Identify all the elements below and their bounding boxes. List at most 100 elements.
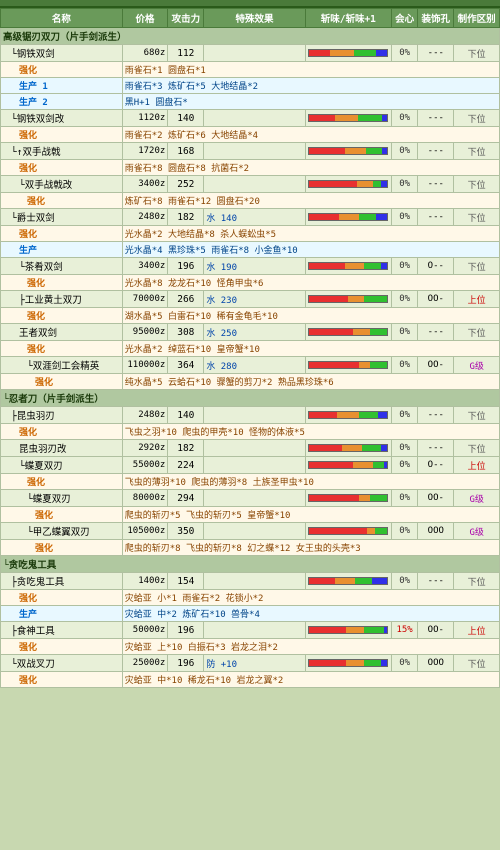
weapon-atk: 140 bbox=[168, 110, 204, 127]
weapon-heart: 0% bbox=[391, 291, 417, 308]
weapon-craft: --- bbox=[418, 324, 454, 341]
enhance-materials: 灾蛤亚 小*1 雨雀石*2 花锁小*2 bbox=[122, 590, 499, 606]
table-row: 强化 纯水晶*5 云蛤石*10 骤蟹的剪刀*2 熟品黑珍珠*6 bbox=[1, 374, 500, 390]
table-row: 强化 爬虫的斩刃*8 飞虫的斩刃*8 幻之蝶*12 女王虫的头壳*3 bbox=[1, 540, 500, 556]
enhance-materials: 光水晶*2 大地结晶*8 杀人蜈蚣虫*5 bbox=[122, 226, 499, 242]
enhance-tag: 强化 bbox=[19, 676, 37, 686]
weapon-rank: G级 bbox=[454, 357, 500, 374]
weapon-atk: 364 bbox=[168, 357, 204, 374]
enhance-materials: 湖水晶*5 白雷石*10 稀有金龟毛*10 bbox=[122, 308, 499, 324]
weapon-special bbox=[204, 523, 305, 540]
weapon-special: 防 +10 bbox=[204, 655, 305, 672]
weapon-atk: 196 bbox=[168, 622, 204, 639]
weapon-name: ├工业黄土双刀 bbox=[1, 291, 123, 308]
enhance-materials: 爬虫的斩刃*5 飞虫的斩刃*5 皇帝蟹*10 bbox=[122, 507, 499, 523]
table-row: 强化 雨雀石*1 圆盘石*1 bbox=[1, 62, 500, 78]
weapon-name: └蝶夏双刃 bbox=[1, 490, 123, 507]
weapon-rank: G级 bbox=[454, 490, 500, 507]
weapon-craft: OOO bbox=[418, 655, 454, 672]
table-row: 强化 灾蛤亚 上*10 白振石*3 岩龙之泪*2 bbox=[1, 639, 500, 655]
row-name: 强化 bbox=[1, 226, 123, 242]
weapon-rank: 下位 bbox=[454, 209, 500, 226]
table-row: 高级锯刃双刀（片手剑派生） bbox=[1, 28, 500, 45]
weapon-price: 70000z bbox=[122, 291, 168, 308]
enhance-tag: 强化 bbox=[19, 594, 37, 604]
table-row: 强化 湖水晶*5 白雷石*10 稀有金龟毛*10 bbox=[1, 308, 500, 324]
produce-materials: 光水晶*4 黑珍珠*5 雨雀石*8 小金鱼*10 bbox=[122, 242, 499, 258]
weapon-heart: 0% bbox=[391, 490, 417, 507]
weapon-name: └钢铁双剑 bbox=[1, 45, 123, 62]
category-label: └贪吃鬼工具 bbox=[1, 556, 500, 573]
row-name: 强化 bbox=[1, 474, 123, 490]
row-name: 强化 bbox=[1, 374, 123, 390]
enhance-materials: 灾蛤亚 中*10 稀龙石*10 岩龙之翼*2 bbox=[122, 672, 499, 688]
weapon-price: 3400z bbox=[122, 176, 168, 193]
produce-materials: 雨雀石*3 炼矿石*5 大地结晶*2 bbox=[122, 78, 499, 94]
table-row: 强化 灾蛤亚 中*10 稀龙石*10 岩龙之翼*2 bbox=[1, 672, 500, 688]
col-special: 特殊效果 bbox=[204, 9, 305, 28]
table-row: 生产 1 雨雀石*3 炼矿石*5 大地结晶*2 bbox=[1, 78, 500, 94]
produce-materials: 黑H+1 圆盘石* bbox=[122, 94, 499, 110]
table-row: ├贪吃鬼工具 1400z 154 0% --- 下位 bbox=[1, 573, 500, 590]
weapon-sharpness bbox=[305, 209, 391, 226]
weapon-rank: 下位 bbox=[454, 573, 500, 590]
weapon-craft: --- bbox=[418, 209, 454, 226]
weapon-price: 680z bbox=[122, 45, 168, 62]
weapon-special: 水 280 bbox=[204, 357, 305, 374]
weapon-heart: 0% bbox=[391, 209, 417, 226]
table-row: └双手战戟改 3400z 252 0% --- 下位 bbox=[1, 176, 500, 193]
weapon-sharpness bbox=[305, 523, 391, 540]
weapon-name: 王者双剑 bbox=[1, 324, 123, 341]
table-row: 强化 光水晶*2 绰蓝石*10 皇帝蟹*10 bbox=[1, 341, 500, 357]
weapon-rank: G级 bbox=[454, 523, 500, 540]
weapon-atk: 168 bbox=[168, 143, 204, 160]
table-row: └蝶夏双刃 55000z 224 0% O-- 上位 bbox=[1, 457, 500, 474]
enhance-materials: 光水晶*2 绰蓝石*10 皇帝蟹*10 bbox=[122, 341, 499, 357]
weapon-price: 1720z bbox=[122, 143, 168, 160]
weapon-name: └蝶夏双刃 bbox=[1, 457, 123, 474]
row-name: 生产 bbox=[1, 242, 123, 258]
weapon-price: 1400z bbox=[122, 573, 168, 590]
weapon-craft: --- bbox=[418, 573, 454, 590]
enhance-materials: 雨雀石*2 炼矿石*6 大地结晶*4 bbox=[122, 127, 499, 143]
enhance-tag: 强化 bbox=[19, 131, 37, 141]
weapon-sharpness bbox=[305, 457, 391, 474]
weapon-special bbox=[204, 45, 305, 62]
table-row: 强化 飞虫的薄羽*10 爬虫的薄羽*8 土族圣甲虫*10 bbox=[1, 474, 500, 490]
table-row: 强化 雨雀石*2 炼矿石*6 大地结晶*4 bbox=[1, 127, 500, 143]
weapon-craft: --- bbox=[418, 110, 454, 127]
weapon-sharpness bbox=[305, 110, 391, 127]
weapon-special bbox=[204, 457, 305, 474]
weapon-sharpness bbox=[305, 407, 391, 424]
enhance-materials: 灾蛤亚 上*10 白振石*3 岩龙之泪*2 bbox=[122, 639, 499, 655]
enhance-materials: 雨雀石*1 圆盘石*1 bbox=[122, 62, 499, 78]
table-row: 强化 雨雀石*8 圆盘石*8 抗菌石*2 bbox=[1, 160, 500, 176]
table-row: └贪吃鬼工具 bbox=[1, 556, 500, 573]
weapon-atk: 196 bbox=[168, 258, 204, 275]
weapon-special bbox=[204, 440, 305, 457]
weapon-craft: --- bbox=[418, 407, 454, 424]
weapon-name: └双战叉刀 bbox=[1, 655, 123, 672]
weapon-sharpness bbox=[305, 622, 391, 639]
enhance-materials: 雨雀石*8 圆盘石*8 抗菌石*2 bbox=[122, 160, 499, 176]
weapon-name: └茶肴双剑 bbox=[1, 258, 123, 275]
weapon-heart: 0% bbox=[391, 143, 417, 160]
weapon-rank: 下位 bbox=[454, 655, 500, 672]
weapon-rank: 上位 bbox=[454, 291, 500, 308]
weapon-craft: O-- bbox=[418, 258, 454, 275]
weapon-atk: 182 bbox=[168, 440, 204, 457]
table-row: 生产 2 黑H+1 圆盘石* bbox=[1, 94, 500, 110]
table-row: └钢铁双剑改 1120z 140 0% --- 下位 bbox=[1, 110, 500, 127]
table-row: 强化 光水晶*2 大地结晶*8 杀人蜈蚣虫*5 bbox=[1, 226, 500, 242]
weapon-atk: 112 bbox=[168, 45, 204, 62]
weapon-rank: 下位 bbox=[454, 407, 500, 424]
enhance-materials: 纯水晶*5 云蛤石*10 骤蟹的剪刀*2 熟品黑珍珠*6 bbox=[122, 374, 499, 390]
weapon-heart: 0% bbox=[391, 357, 417, 374]
enhance-tag: 强化 bbox=[35, 378, 53, 388]
row-name: 强化 bbox=[1, 341, 123, 357]
row-name: 生产 1 bbox=[1, 78, 123, 94]
row-name: 强化 bbox=[1, 540, 123, 556]
row-name: 生产 bbox=[1, 606, 123, 622]
weapon-name: └爵士双剑 bbox=[1, 209, 123, 226]
weapon-name: ├食神工具 bbox=[1, 622, 123, 639]
